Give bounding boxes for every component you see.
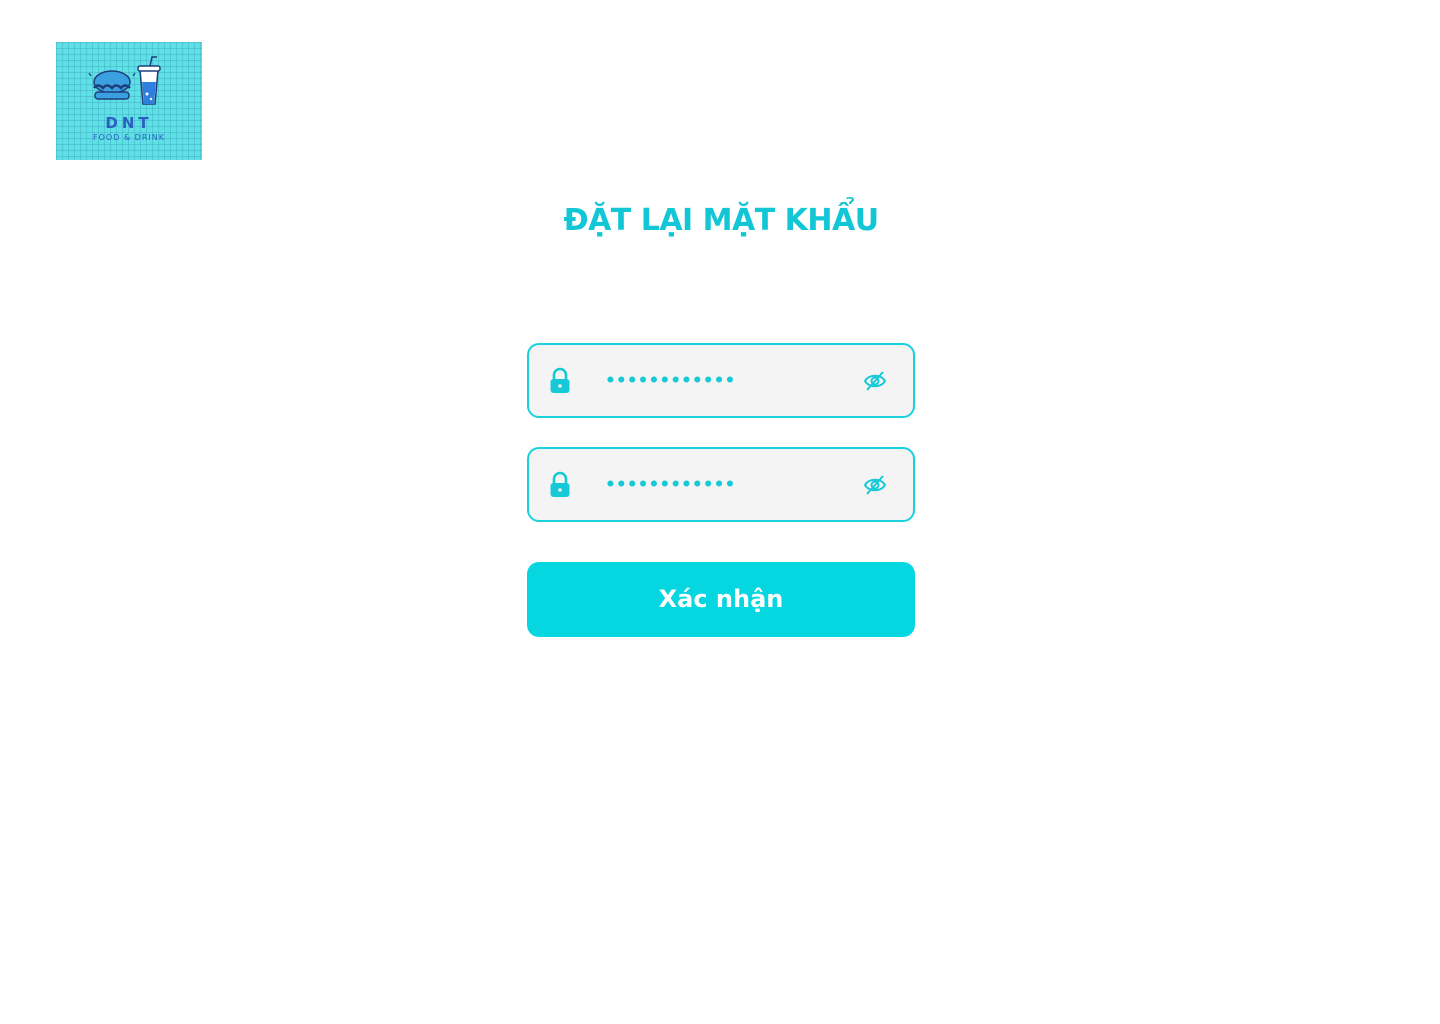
brand-logo: DNT FOOD & DRINK	[56, 42, 202, 160]
lock-icon	[550, 367, 570, 393]
confirm-password-input[interactable]: ••••••••••••	[605, 467, 735, 503]
new-password-input[interactable]: ••••••••••••	[605, 363, 735, 399]
confirm-button[interactable]: Xác nhận	[527, 562, 915, 637]
reset-password-page: DNT FOOD & DRINK ĐẶT LẠI MẶT KHẨU ••••••…	[0, 0, 1440, 1024]
eye-off-icon[interactable]	[863, 370, 887, 392]
brand-name: DNT	[105, 114, 153, 132]
eye-off-icon[interactable]	[863, 474, 887, 496]
lock-icon	[550, 471, 570, 497]
burger-drink-logo-icon	[88, 56, 161, 105]
brand-tagline: FOOD & DRINK	[93, 133, 165, 142]
page-title: ĐẶT LẠI MẶT KHẨU	[563, 203, 879, 238]
new-password-field[interactable]: ••••••••••••	[527, 343, 915, 418]
confirm-password-field[interactable]: ••••••••••••	[527, 447, 915, 522]
